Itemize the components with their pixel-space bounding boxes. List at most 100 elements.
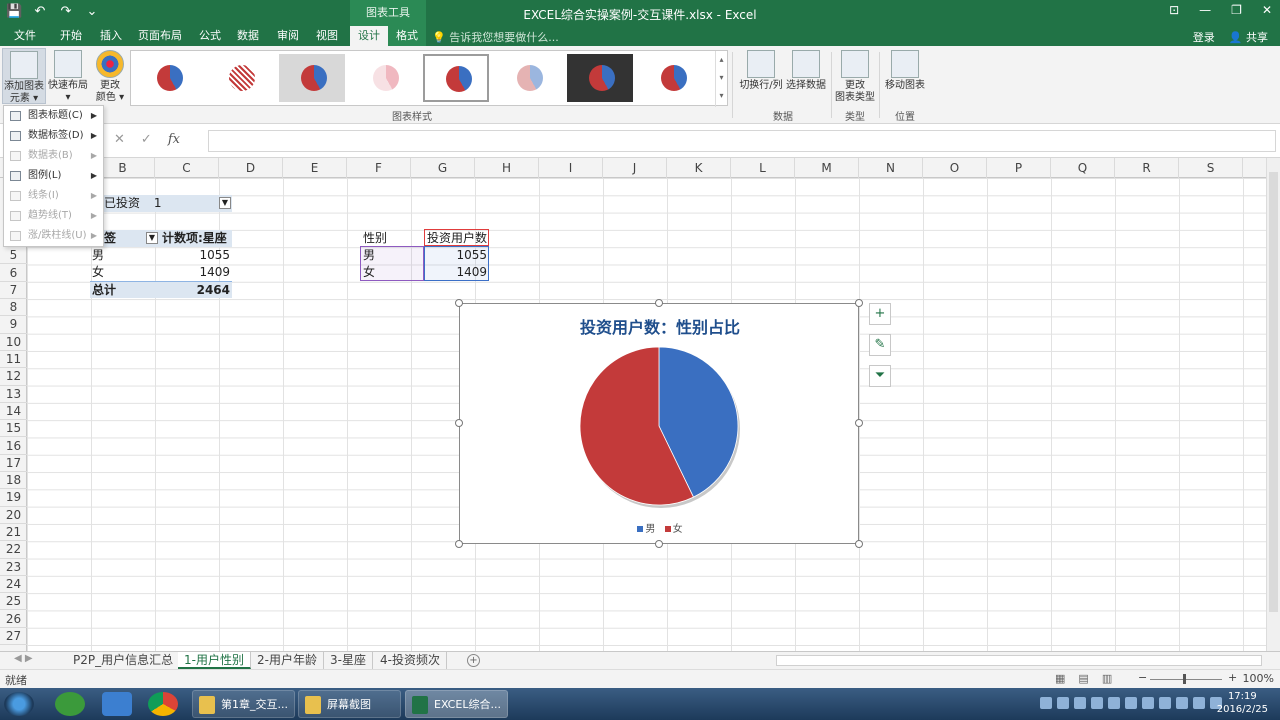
- row-header-22[interactable]: 22: [0, 541, 27, 559]
- tab-file[interactable]: 文件: [6, 26, 44, 46]
- chart-filters-button[interactable]: ⏷: [869, 365, 891, 387]
- share-button[interactable]: 👤 共享: [1229, 29, 1268, 45]
- tab-view[interactable]: 视图: [308, 26, 346, 46]
- column-header-d[interactable]: D: [219, 158, 283, 178]
- tab-home[interactable]: 开始: [52, 26, 90, 46]
- taskbar-item-folder-2[interactable]: 屏幕截图: [298, 690, 401, 718]
- enter-icon[interactable]: ✓: [141, 132, 152, 147]
- page-break-view-icon[interactable]: ▥: [1102, 672, 1112, 685]
- horizontal-scrollbar[interactable]: [776, 655, 1262, 666]
- sheet-tab-gender[interactable]: 1-用户性别: [178, 652, 251, 669]
- tab-review[interactable]: 审阅: [269, 26, 307, 46]
- normal-view-icon[interactable]: ▦: [1055, 672, 1065, 685]
- column-header-m[interactable]: M: [795, 158, 859, 178]
- tab-formulas[interactable]: 公式: [191, 26, 229, 46]
- tell-me-box[interactable]: 💡 告诉我您想要做什么...: [432, 29, 559, 45]
- column-header-g[interactable]: G: [411, 158, 475, 178]
- change-colors-button[interactable]: 更改 颜色 ▾: [92, 48, 128, 104]
- column-header-f[interactable]: F: [347, 158, 411, 178]
- select-data-button[interactable]: 选择数据: [784, 48, 828, 92]
- undo-icon[interactable]: ↶: [32, 4, 48, 19]
- page-layout-view-icon[interactable]: ▤: [1078, 672, 1088, 685]
- save-icon[interactable]: 💾: [6, 4, 22, 19]
- menu-item-chart-title[interactable]: 图表标题(C) ▶: [4, 106, 103, 126]
- row-header-11[interactable]: 11: [0, 351, 27, 369]
- resize-handle[interactable]: [655, 540, 663, 548]
- row-header-12[interactable]: 12: [0, 368, 27, 386]
- row-header-21[interactable]: 21: [0, 524, 27, 542]
- add-chart-element-button[interactable]: 添加图表 元素 ▾: [2, 48, 46, 104]
- resize-handle[interactable]: [855, 419, 863, 427]
- gallery-up-icon[interactable]: ▴: [716, 51, 727, 69]
- menu-item-legend[interactable]: 图例(L) ▶: [4, 166, 103, 186]
- chart-style-1[interactable]: [135, 54, 201, 102]
- app-icon-green[interactable]: [55, 692, 85, 716]
- vertical-scroll-thumb[interactable]: [1269, 172, 1278, 612]
- quick-layout-button[interactable]: 快速布局 ▾: [46, 48, 90, 104]
- column-header-q[interactable]: Q: [1051, 158, 1115, 178]
- add-sheet-icon[interactable]: +: [467, 654, 480, 667]
- column-header-s[interactable]: S: [1179, 158, 1243, 178]
- tab-data[interactable]: 数据: [229, 26, 267, 46]
- resize-handle[interactable]: [455, 540, 463, 548]
- column-header-r[interactable]: R: [1115, 158, 1179, 178]
- tray-icon[interactable]: [1176, 697, 1188, 709]
- insert-function-icon[interactable]: fx: [168, 132, 180, 147]
- cancel-icon[interactable]: ✕: [114, 132, 125, 147]
- gallery-more-icon[interactable]: ▾: [716, 87, 727, 105]
- column-header-n[interactable]: N: [859, 158, 923, 178]
- vertical-scrollbar[interactable]: [1266, 158, 1280, 651]
- formula-input[interactable]: [208, 130, 1276, 152]
- chart-styles-brush-button[interactable]: ✎: [869, 334, 891, 356]
- chart-elements-button[interactable]: +: [869, 303, 891, 325]
- row-header-24[interactable]: 24: [0, 576, 27, 594]
- zoom-level[interactable]: 100%: [1243, 672, 1274, 685]
- resize-handle[interactable]: [855, 540, 863, 548]
- row-header-5[interactable]: 5: [0, 247, 27, 265]
- switch-row-column-button[interactable]: 切换行/列: [737, 48, 785, 92]
- row-header-8[interactable]: 8: [0, 299, 27, 317]
- sheet-tab-age[interactable]: 2-用户年龄: [251, 652, 324, 669]
- zoom-in-icon[interactable]: +: [1228, 671, 1237, 684]
- resize-handle[interactable]: [455, 419, 463, 427]
- column-header-l[interactable]: L: [731, 158, 795, 178]
- tray-icon[interactable]: [1125, 697, 1137, 709]
- row-label-dropdown-icon[interactable]: ▼: [146, 232, 158, 244]
- row-header-18[interactable]: 18: [0, 472, 27, 490]
- ribbon-display-icon[interactable]: ⊡: [1169, 3, 1179, 17]
- tray-icon[interactable]: [1040, 697, 1052, 709]
- column-header-e[interactable]: E: [283, 158, 347, 178]
- close-icon[interactable]: ✕: [1262, 3, 1272, 17]
- column-header-j[interactable]: J: [603, 158, 667, 178]
- zoom-out-icon[interactable]: −: [1138, 671, 1147, 684]
- chart-style-4[interactable]: [351, 54, 417, 102]
- row-header-7[interactable]: 7: [0, 282, 27, 300]
- resize-handle[interactable]: [655, 299, 663, 307]
- column-header-p[interactable]: P: [987, 158, 1051, 178]
- row-header-17[interactable]: 17: [0, 455, 27, 473]
- zoom-slider-knob[interactable]: [1183, 674, 1186, 684]
- chart-style-5[interactable]: [423, 54, 489, 102]
- minimize-icon[interactable]: —: [1199, 3, 1211, 17]
- tab-design[interactable]: 设计: [350, 26, 388, 46]
- chart-legend[interactable]: 男 女: [460, 520, 860, 535]
- tab-page-layout[interactable]: 页面布局: [130, 26, 190, 46]
- sheet-tab-constellation[interactable]: 3-星座: [324, 652, 373, 669]
- login-link[interactable]: 登录: [1193, 29, 1215, 45]
- tray-icon[interactable]: [1108, 697, 1120, 709]
- resize-handle[interactable]: [455, 299, 463, 307]
- customize-qat-icon[interactable]: ⌄: [84, 4, 100, 19]
- taskbar-item-excel[interactable]: EXCEL综合...: [405, 690, 508, 718]
- taskbar-clock[interactable]: 17:19 2016/2/25: [1217, 690, 1268, 716]
- row-header-6[interactable]: 6: [0, 265, 27, 282]
- tray-icon[interactable]: [1142, 697, 1154, 709]
- column-header-k[interactable]: K: [667, 158, 731, 178]
- sheet-tab-summary[interactable]: P2P_用户信息汇总: [67, 652, 181, 669]
- menu-item-data-labels[interactable]: 数据标签(D) ▶: [4, 126, 103, 146]
- row-header-9[interactable]: 9: [0, 316, 27, 334]
- taskbar-item-folder-1[interactable]: 第1章_交互...: [192, 690, 295, 718]
- zoom-slider[interactable]: [1150, 679, 1222, 680]
- row-header-14[interactable]: 14: [0, 403, 27, 421]
- start-button-icon[interactable]: [4, 692, 34, 716]
- tray-icon[interactable]: [1091, 697, 1103, 709]
